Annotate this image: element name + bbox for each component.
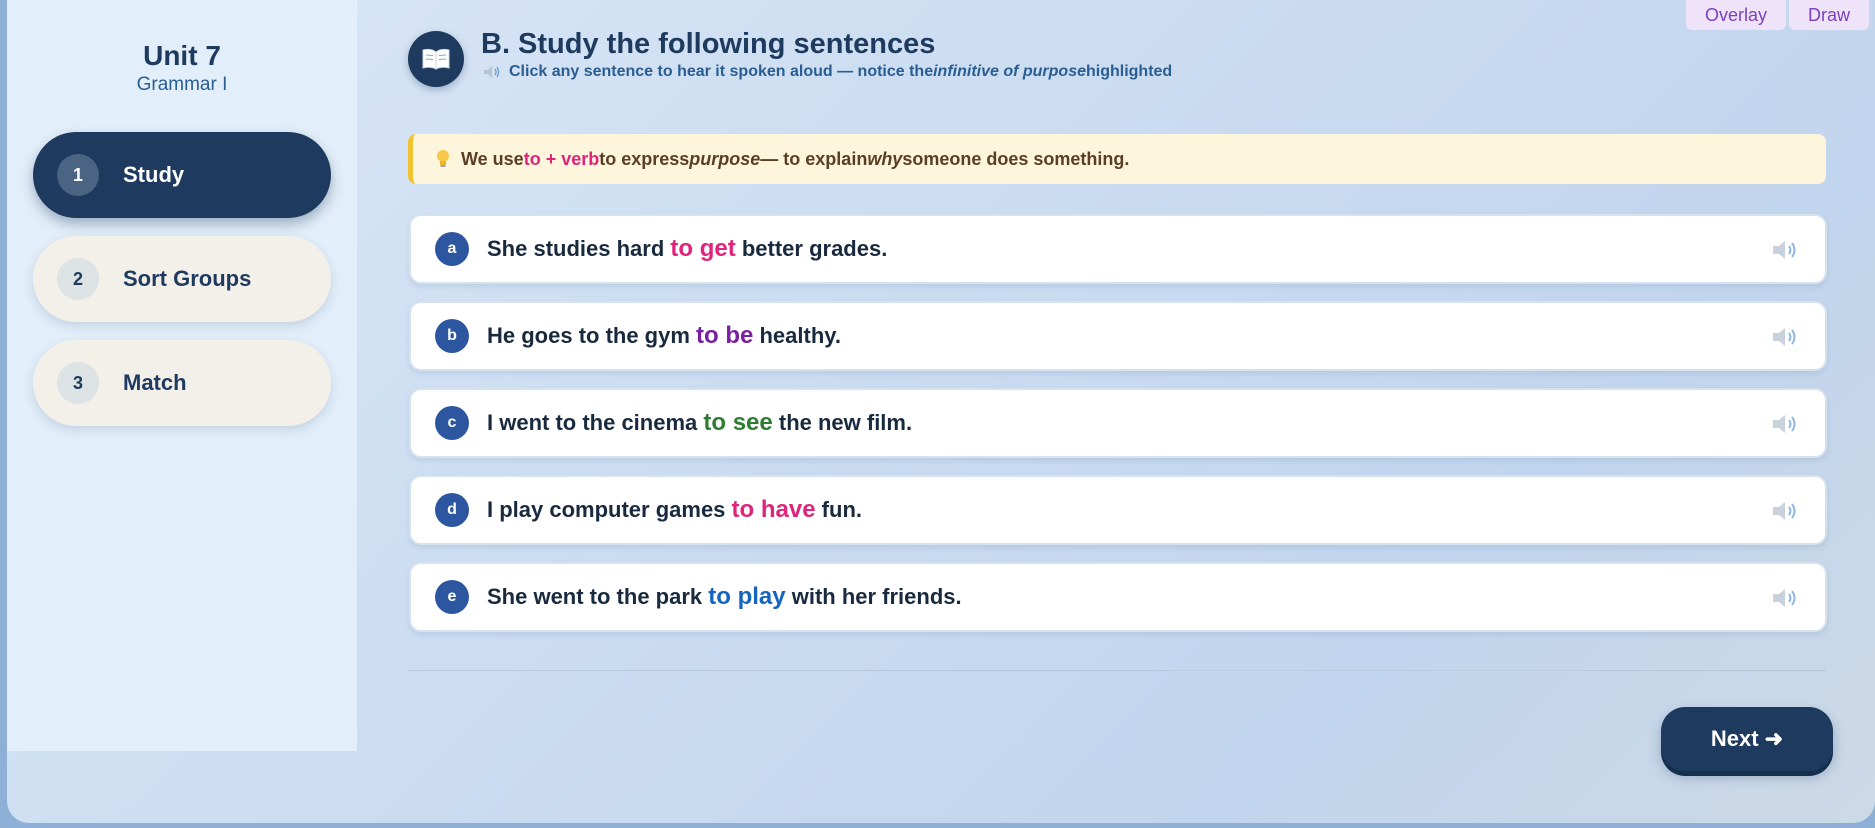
sentence-before: I went to the cinema xyxy=(487,410,704,435)
infinitive-highlight: to see xyxy=(703,409,773,436)
sentence-before: She studies hard xyxy=(487,236,671,261)
step-number: 3 xyxy=(57,362,99,404)
divider xyxy=(408,670,1826,671)
sentence-text: She studies hard to get better grades. xyxy=(487,235,887,263)
sentence-card[interactable]: a She studies hard to get better grades. xyxy=(409,214,1827,284)
sidebar-item-label: Sort Groups xyxy=(123,266,252,291)
speaker-icon xyxy=(484,66,500,78)
sentence-before: I play computer games xyxy=(487,497,732,522)
speaker-icon[interactable] xyxy=(1771,238,1799,262)
sentence-card[interactable]: c I went to the cinema to see the new fil… xyxy=(409,388,1827,458)
sentence-card[interactable]: e She went to the park to play with her f… xyxy=(409,562,1827,632)
sentence-after: with her friends. xyxy=(785,584,962,609)
sidebar-item-label: Match xyxy=(123,370,187,395)
sentence-after: healthy. xyxy=(753,323,841,348)
unit-title: Unit 7 xyxy=(143,40,221,71)
sentence-after: better grades. xyxy=(735,236,888,261)
speaker-icon[interactable] xyxy=(1771,499,1799,523)
sentence-letter: b xyxy=(435,319,469,353)
sentence-text: I play computer games to have fun. xyxy=(487,496,862,524)
speaker-icon[interactable] xyxy=(1771,325,1799,349)
subtitle-text-end: highlighted xyxy=(1086,63,1173,80)
step-number: 1 xyxy=(57,154,99,196)
infinitive-highlight: to have xyxy=(731,496,816,523)
page-title: B. Study the following sentences xyxy=(481,28,936,60)
subtitle-emphasis: infinitive of purpose xyxy=(933,63,1086,80)
sentence-before: He goes to the gym xyxy=(487,323,697,348)
next-button[interactable]: Next ➜ xyxy=(1661,707,1833,771)
tip-emphasis: why xyxy=(867,148,903,169)
tip-text: someone does something. xyxy=(902,148,1130,169)
sidebar-item-study[interactable]: 1 Study xyxy=(33,132,331,218)
sentence-card[interactable]: d I play computer games to have fun. xyxy=(409,475,1827,545)
infinitive-highlight: to play xyxy=(708,583,786,610)
sidebar-item-sort-groups[interactable]: 2 Sort Groups xyxy=(33,236,331,322)
tip-text: We use xyxy=(461,148,524,169)
sentence-letter: d xyxy=(435,493,469,527)
sentence-card[interactable]: b He goes to the gym to be healthy. xyxy=(409,301,1827,371)
sentence-after: fun. xyxy=(815,497,862,522)
infinitive-highlight: to get xyxy=(670,235,736,262)
sentence-text: She went to the park to play with her fr… xyxy=(487,583,962,611)
overlay-button[interactable]: Overlay xyxy=(1686,0,1786,30)
infinitive-highlight: to be xyxy=(696,322,754,349)
draw-button[interactable]: Draw xyxy=(1789,0,1869,30)
sidebar: Unit 7 Grammar I 1 Study 2 Sort Groups 3… xyxy=(7,0,357,751)
grammar-tip: We use to + verb to express purpose — to… xyxy=(408,134,1826,184)
subtitle-text: Click any sentence to hear it spoken alo… xyxy=(509,63,934,80)
sidebar-item-label: Study xyxy=(123,162,185,187)
tip-highlight: to + verb xyxy=(523,148,600,169)
sentence-text: I went to the cinema to see the new film… xyxy=(487,409,912,437)
sentence-after: the new film. xyxy=(772,410,913,435)
tip-emphasis: purpose xyxy=(689,148,761,169)
unit-subtitle: Grammar I xyxy=(136,74,228,95)
lightbulb-icon xyxy=(437,150,449,167)
step-number: 2 xyxy=(57,258,99,300)
tip-text: to express xyxy=(599,148,690,169)
book-icon xyxy=(408,31,464,87)
app-frame: Overlay Draw Unit 7 Grammar I 1 Study 2 … xyxy=(7,0,1875,823)
page-subtitle: Click any sentence to hear it spoken alo… xyxy=(483,63,1172,81)
tip-text: — to explain xyxy=(760,148,868,169)
sentence-letter: e xyxy=(435,580,469,614)
sentence-letter: a xyxy=(435,232,469,266)
sentence-letter: c xyxy=(435,406,469,440)
sentence-before: She went to the park xyxy=(487,584,709,609)
speaker-icon[interactable] xyxy=(1771,412,1799,436)
speaker-icon[interactable] xyxy=(1771,586,1799,610)
sentence-text: He goes to the gym to be healthy. xyxy=(487,322,841,350)
sidebar-item-match[interactable]: 3 Match xyxy=(33,340,331,426)
